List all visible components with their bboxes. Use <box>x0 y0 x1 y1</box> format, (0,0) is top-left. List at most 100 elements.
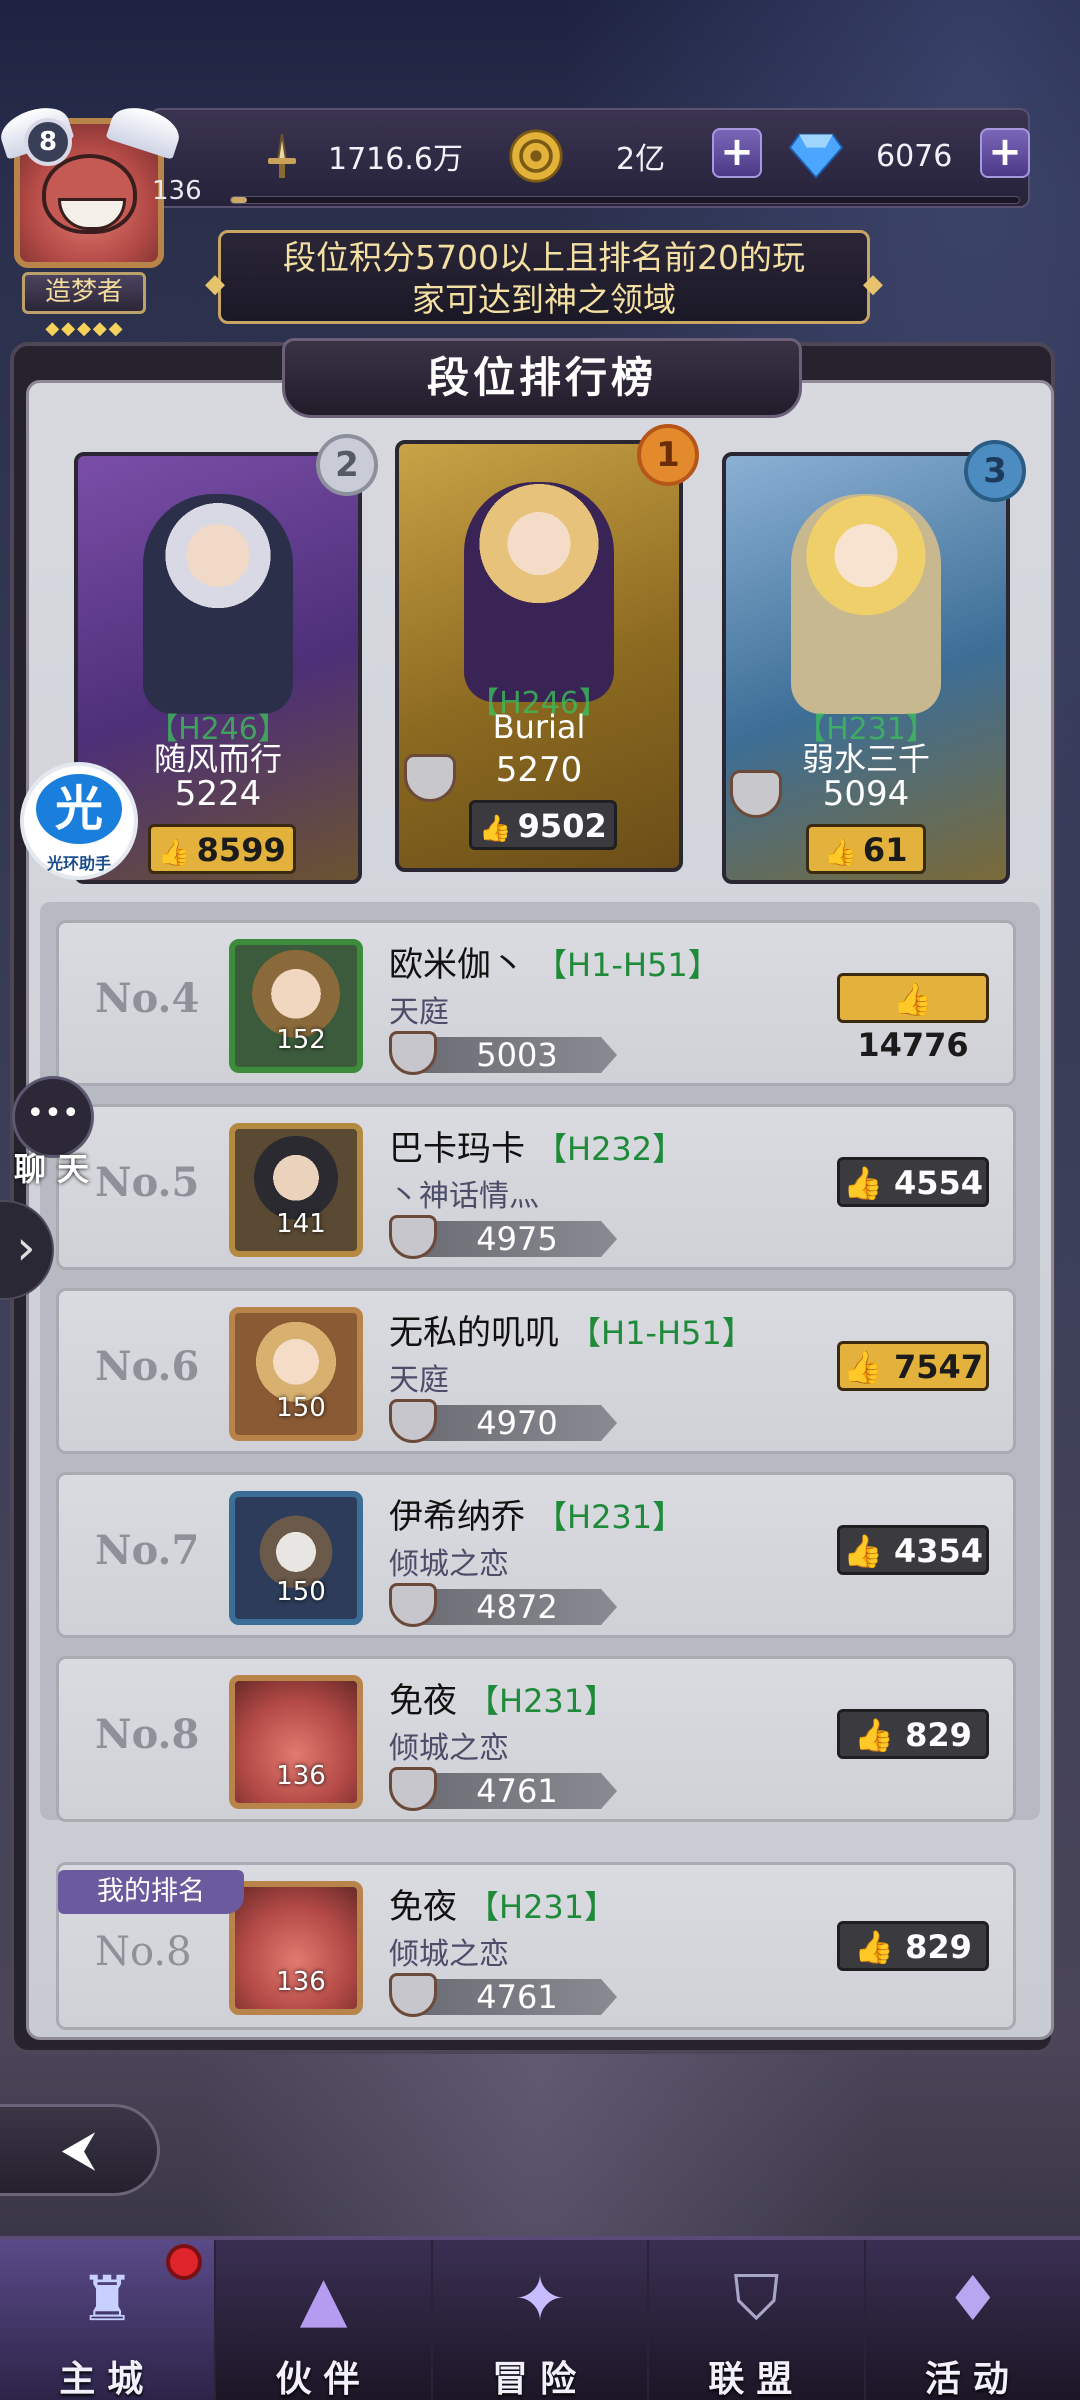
back-button[interactable]: ⮜ <box>0 2104 160 2196</box>
like-count: 829 <box>905 1716 972 1754</box>
avatar-level: 141 <box>276 1209 326 1239</box>
guild-name: 倾城之恋 <box>389 1547 509 1582</box>
my-rank-tag: 我的排名 <box>58 1870 244 1914</box>
avatar-level: 150 <box>276 1577 326 1607</box>
character-portrait <box>791 494 941 714</box>
rank-row[interactable]: No.8 136 免夜 【H231】 倾城之恋 4761 👍 829 <box>56 1656 1016 1822</box>
rank-rule-banner: 段位积分5700以上且排名前20的玩 家可达到神之领域 <box>205 230 883 324</box>
server-tag: 【H231】 <box>467 1682 617 1720</box>
like-count: 829 <box>905 1928 972 1966</box>
player-avatar[interactable]: 150 <box>229 1307 363 1441</box>
player-name-text: 免夜 <box>389 1887 457 1927</box>
banner-line-1: 段位积分5700以上且排名前20的玩 <box>283 238 805 277</box>
podium-card-rank-1[interactable]: 【H246】 Burial 5270 👍 9502 <box>395 440 683 872</box>
back-arrow-icon: ⮜ <box>61 2121 96 2177</box>
player-avatar[interactable]: 141 <box>229 1123 363 1257</box>
guild-name: 天庭 <box>389 1363 449 1398</box>
nav-label: 伙伴 <box>275 2359 372 2400</box>
like-button[interactable]: 👍 829 <box>837 1921 989 1971</box>
like-count: 14776 <box>857 1026 969 1064</box>
player-avatar[interactable]: 136 <box>229 1675 363 1809</box>
like-button[interactable]: 👍 7547 <box>837 1341 989 1391</box>
score-value: 4872 <box>417 1589 617 1625</box>
nav-alliance[interactable]: ⛉ 联盟 <box>649 2240 866 2400</box>
bottom-nav: ♜ 主城 ▲ 伙伴 ✦ 冒险 ⛉ 联盟 ♦ 活动 <box>0 2236 1080 2400</box>
player-name: 免夜 【H231】 <box>389 1673 616 1722</box>
like-count: 7547 <box>893 1348 984 1386</box>
rank-row[interactable]: No.4 152 欧米伽丶 【H1-H51】 天庭 5003 👍 14776 <box>56 920 1016 1086</box>
like-button[interactable]: 👍 14776 <box>837 973 989 1064</box>
like-button[interactable]: 👍 9502 <box>469 800 617 850</box>
server-tag: 【H232】 <box>535 1130 685 1168</box>
score-value: 4761 <box>417 1979 617 2015</box>
podium-card-rank-3[interactable]: 【H231】 弱水三千 5094 👍 61 <box>722 452 1010 884</box>
like-button[interactable]: 👍 8599 <box>148 824 296 874</box>
assistant-icon: 光 <box>36 774 122 844</box>
like-button[interactable]: 👍 829 <box>837 1709 989 1759</box>
player-name: 欧米伽丶 【H1-H51】 <box>389 937 720 986</box>
like-button[interactable]: 👍 4354 <box>837 1525 989 1575</box>
notification-dot <box>166 2244 202 2280</box>
player-level: 136 <box>152 176 202 206</box>
like-button[interactable]: 👍 61 <box>806 824 926 874</box>
diamond-value: 6076 <box>876 138 953 174</box>
guild-name: 倾城之恋 <box>389 1731 509 1766</box>
banner-line-2: 家可达到神之领域 <box>412 280 676 319</box>
like-count: 8599 <box>196 831 286 869</box>
rank-1-medal: 1 <box>637 424 699 486</box>
nav-partners[interactable]: ▲ 伙伴 <box>216 2240 433 2400</box>
shield-icon: ⛉ <box>733 2261 780 2334</box>
compass-icon: ✦ <box>514 2261 566 2335</box>
castle-icon: ♜ <box>79 2261 135 2335</box>
thumbs-up-icon: 👍 <box>893 980 933 1018</box>
add-gold-button[interactable]: + <box>712 128 762 178</box>
add-diamond-button[interactable]: + <box>980 128 1030 178</box>
score-display: 4761 <box>389 1973 633 2017</box>
rank-row[interactable]: No.5 141 巴卡玛卡 【H232】 丶神话情灬 4975 👍 4554 <box>56 1104 1016 1270</box>
avatar-level: 152 <box>276 1025 326 1055</box>
rank-row[interactable]: No.7 150 伊希纳乔 【H231】 倾城之恋 4872 👍 4354 <box>56 1472 1016 1638</box>
nav-adventure[interactable]: ✦ 冒险 <box>433 2240 650 2400</box>
nav-events[interactable]: ♦ 活动 <box>866 2240 1080 2400</box>
player-title[interactable]: 造梦者 <box>22 272 146 314</box>
gold-value: 2亿 <box>616 142 666 177</box>
my-avatar[interactable]: 136 <box>229 1881 363 2015</box>
guild-name: 倾城之恋 <box>389 1937 509 1972</box>
rank-number: No.5 <box>95 1159 200 1206</box>
like-count: 4354 <box>893 1532 984 1570</box>
panel-title: 段位排行榜 <box>282 338 802 418</box>
score-value: 4975 <box>417 1221 617 1257</box>
player-avatar[interactable]: 152 <box>229 939 363 1073</box>
avatar-level: 136 <box>276 1967 326 1997</box>
player-name: 无私的叽叽 【H1-H51】 <box>389 1305 754 1354</box>
rank-2-medal: 2 <box>316 434 378 496</box>
character-portrait <box>464 482 614 702</box>
server-tag: 【H1-H51】 <box>569 1314 754 1352</box>
wizard-hat-icon: ▲ <box>299 2261 348 2335</box>
assistant-label: 光环助手 <box>46 854 111 873</box>
score-display: 4872 <box>389 1583 633 1627</box>
exp-bar-fill <box>231 197 247 203</box>
chevron-right-icon: › <box>16 1220 36 1276</box>
rank-row[interactable]: No.6 150 无私的叽叽 【H1-H51】 天庭 4970 👍 7547 <box>56 1288 1016 1454</box>
server-tag: 【H231】 <box>535 1498 685 1536</box>
gold-display: 2亿 <box>508 128 666 184</box>
cards-icon: ♦ <box>945 2261 1001 2335</box>
player-name: 伊希纳乔 【H231】 <box>389 1489 684 1538</box>
chat-button[interactable]: ••• 聊 天 <box>0 1076 100 1188</box>
player-name-text: 无私的叽叽 <box>389 1313 559 1353</box>
chat-label: 聊 天 <box>14 1150 90 1188</box>
halo-assistant-button[interactable]: 光 光环助手 <box>20 762 138 880</box>
avatar-level: 150 <box>276 1393 326 1423</box>
diamond-icon <box>788 128 844 184</box>
avatar-level: 136 <box>276 1761 326 1791</box>
rank-number: No.6 <box>95 1343 200 1390</box>
like-button[interactable]: 👍 4554 <box>837 1157 989 1207</box>
diamond-display: 6076 <box>788 130 952 182</box>
gold-coin-icon <box>508 128 564 184</box>
player-avatar[interactable]: 150 <box>229 1491 363 1625</box>
server-tag: 【H231】 <box>467 1888 617 1926</box>
sword-icon <box>254 128 310 184</box>
player-name-text: 欧米伽丶 <box>389 945 525 985</box>
nav-label: 冒险 <box>492 2359 589 2400</box>
